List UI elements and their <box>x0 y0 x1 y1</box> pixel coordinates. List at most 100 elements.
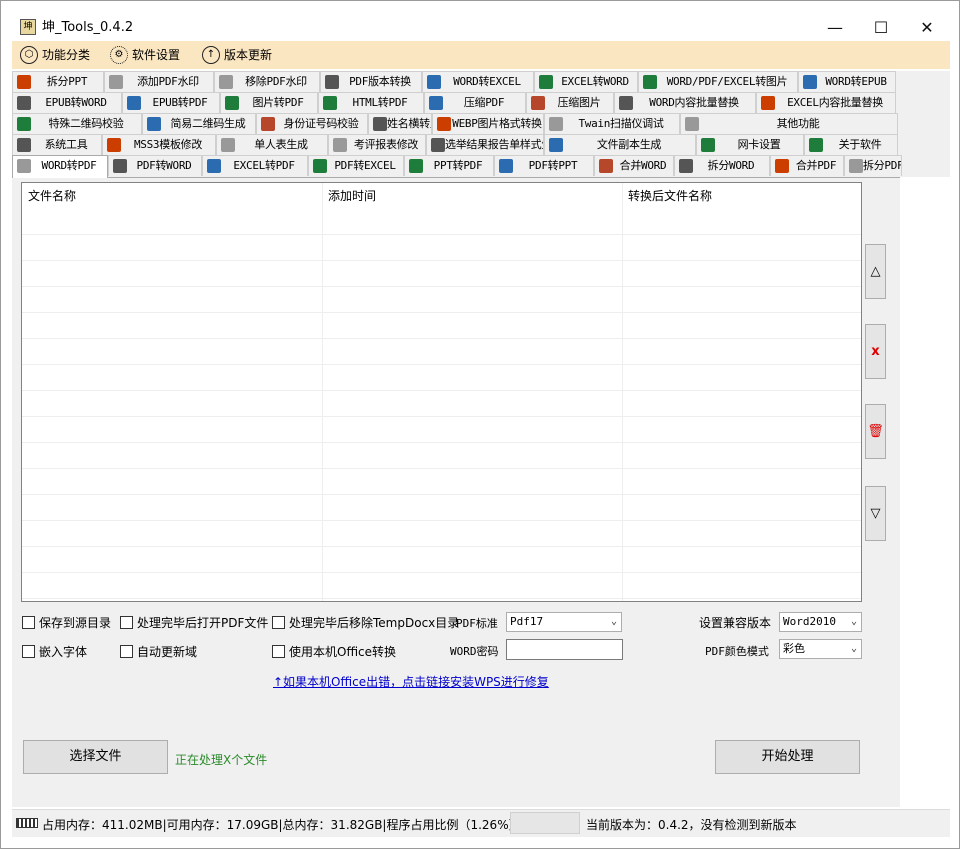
minimize-button[interactable]: — <box>820 14 850 42</box>
chevron-down-icon: ⌄ <box>850 616 857 627</box>
checkbox-box[interactable] <box>22 645 35 658</box>
processing-status: 正在处理X个文件 <box>175 753 268 767</box>
tab-4-1[interactable]: PDF转WORD <box>108 155 202 176</box>
tab-3-3[interactable]: 考评报表修改 <box>328 134 426 155</box>
tab-3-4[interactable]: 选举结果报告单样式生成 <box>426 134 544 155</box>
tab-4-7[interactable]: 拆分WORD <box>674 155 770 176</box>
tab-4-5[interactable]: PDF转PPT <box>494 155 594 176</box>
tab-3-0[interactable]: 系统工具 <box>12 134 102 155</box>
tab-label: 考评报表修改 <box>353 138 419 151</box>
compat-version-select[interactable]: Word2010 ⌄ <box>779 612 862 632</box>
menu-software-settings[interactable]: ⚙ 软件设置 <box>110 45 180 65</box>
tab-1-2[interactable]: 图片转PDF <box>220 92 318 113</box>
select-file-button[interactable]: 选择文件 <box>23 740 168 774</box>
tab-1-4[interactable]: 压缩PDF <box>424 92 526 113</box>
use-local-office-checkbox[interactable]: 使用本机Office转换 <box>272 643 396 660</box>
install-wps-link[interactable]: ↑如果本机Office出错，点击链接安装WPS进行修复 <box>273 673 549 690</box>
remove-tempdocx-checkbox[interactable]: 处理完毕后移除TempDocx目录 <box>272 614 459 631</box>
move-up-button[interactable]: △ <box>865 244 886 299</box>
checkbox-box[interactable] <box>120 616 133 629</box>
version-status: 当前版本为：0.4.2，没有检测到新版本 <box>586 818 797 832</box>
save-to-source-checkbox[interactable]: 保存到源目录 <box>22 614 111 631</box>
tab-0-7[interactable]: WORD转EPUB <box>798 71 896 92</box>
tab-3-6[interactable]: 网卡设置 <box>696 134 804 155</box>
tab-1-5[interactable]: 压缩图片 <box>526 92 614 113</box>
tab-2-5[interactable]: Twain扫描仪调试 <box>544 113 680 134</box>
checkbox-box[interactable] <box>272 645 285 658</box>
start-processing-button[interactable]: 开始处理 <box>715 740 860 774</box>
tab-2-2[interactable]: 身份证号码校验 <box>256 113 368 134</box>
tab-icon <box>809 138 823 152</box>
tab-1-1[interactable]: EPUB转PDF <box>122 92 220 113</box>
close-button[interactable]: ✕ <box>912 14 942 42</box>
tab-2-1[interactable]: 简易二维码生成 <box>142 113 256 134</box>
tab-1-3[interactable]: HTML转PDF <box>318 92 424 113</box>
column-header-converted-name[interactable]: 转换后文件名称 <box>628 187 712 204</box>
tab-icon <box>109 75 123 89</box>
tab-0-5[interactable]: EXCEL转WORD <box>534 71 638 92</box>
tab-label: 图片转PDF <box>252 96 304 109</box>
checkbox-box[interactable] <box>120 645 133 658</box>
tab-3-7[interactable]: 关于软件 <box>804 134 898 155</box>
auto-update-fields-checkbox[interactable]: 自动更新域 <box>120 643 197 660</box>
pdf-standard-select[interactable]: Pdf17 ⌄ <box>506 612 622 632</box>
tab-4-6[interactable]: 合并WORD <box>594 155 674 176</box>
tab-2-0[interactable]: 特殊二维码校验 <box>12 113 142 134</box>
menu-label: 软件设置 <box>132 48 181 62</box>
tab-label: 拆分PDF <box>863 159 902 172</box>
tab-0-2[interactable]: 移除PDF水印 <box>214 71 320 92</box>
tab-label: EXCEL内容批量替换 <box>787 96 883 109</box>
move-down-button[interactable]: ▽ <box>865 486 886 541</box>
row-divider <box>22 312 861 313</box>
maximize-button[interactable]: ☐ <box>866 14 896 42</box>
delete-button[interactable]: x <box>865 324 886 379</box>
tab-0-3[interactable]: PDF版本转换 <box>320 71 422 92</box>
checkbox-box[interactable] <box>272 616 285 629</box>
tab-3-5[interactable]: 文件副本生成 <box>544 134 696 155</box>
tab-2-3[interactable]: 姓名横转竖列 <box>368 113 432 134</box>
tab-icon <box>17 75 31 89</box>
menu-function-category[interactable]: ⬡ 功能分类 <box>20 45 90 65</box>
tab-3-2[interactable]: 单人表生成 <box>216 134 328 155</box>
pdf-color-mode-select[interactable]: 彩色 ⌄ <box>779 639 862 659</box>
tab-4-8[interactable]: 合并PDF <box>770 155 844 176</box>
tab-2-6[interactable]: 其他功能 <box>680 113 898 134</box>
tab-icon <box>849 159 863 173</box>
file-list-grid[interactable]: 文件名称 添加时间 转换后文件名称 <box>21 182 862 602</box>
window-title: 坤_Tools_0.4.2 <box>42 20 134 35</box>
gear-icon: ⚙ <box>110 46 128 64</box>
tab-2-4[interactable]: WEBP图片格式转换 <box>432 113 544 134</box>
open-pdf-after-checkbox[interactable]: 处理完毕后打开PDF文件 <box>120 614 268 631</box>
menu-version-update[interactable]: ↑ 版本更新 <box>202 45 272 65</box>
column-header-add-time[interactable]: 添加时间 <box>328 187 376 204</box>
app-window: 坤 坤_Tools_0.4.2 — ☐ ✕ ⬡ 功能分类 ⚙ 软件设置 ↑ 版本… <box>0 0 960 849</box>
tab-0-0[interactable]: 拆分PPT <box>12 71 104 92</box>
tab-0-4[interactable]: WORD转EXCEL <box>422 71 534 92</box>
tab-4-4[interactable]: PPT转PDF <box>404 155 494 176</box>
word-password-input[interactable] <box>506 639 623 660</box>
tab-4-0[interactable]: WORD转PDF <box>12 155 108 178</box>
tab-icon <box>539 75 553 89</box>
word-password-label: WORD密码 <box>450 645 499 658</box>
embed-fonts-checkbox[interactable]: 嵌入字体 <box>22 643 87 660</box>
tab-0-6[interactable]: WORD/PDF/EXCEL转图片 <box>638 71 798 92</box>
tab-label: WEBP图片格式转换 <box>452 117 542 130</box>
clear-list-button[interactable]: 🗑 <box>865 404 886 459</box>
tab-4-3[interactable]: PDF转EXCEL <box>308 155 404 176</box>
tab-label: 移除PDF水印 <box>245 75 307 88</box>
row-divider <box>22 286 861 287</box>
column-header-file-name[interactable]: 文件名称 <box>28 187 76 204</box>
tab-1-6[interactable]: WORD内容批量替换 <box>614 92 756 113</box>
tab-icon <box>313 159 327 173</box>
tab-label: Twain扫描仪调试 <box>578 117 664 130</box>
tab-3-1[interactable]: MSS3模板修改 <box>102 134 216 155</box>
tab-1-0[interactable]: EPUB转WORD <box>12 92 122 113</box>
tab-icon <box>437 117 451 131</box>
tab-0-1[interactable]: 添加PDF水印 <box>104 71 214 92</box>
checkbox-box[interactable] <box>22 616 35 629</box>
tab-1-7[interactable]: EXCEL内容批量替换 <box>756 92 896 113</box>
tab-4-9[interactable]: 拆分PDF <box>844 155 902 176</box>
tab-icon <box>325 75 339 89</box>
tab-4-2[interactable]: EXCEL转PDF <box>202 155 308 176</box>
row-divider <box>22 234 861 235</box>
